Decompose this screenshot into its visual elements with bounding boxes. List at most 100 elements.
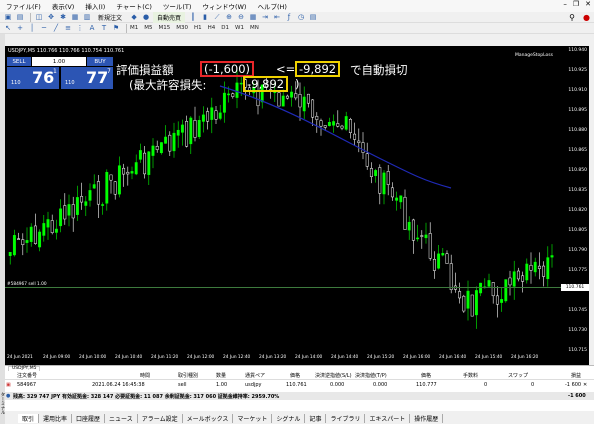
fibonacci-icon[interactable]: ⋮ [75, 24, 85, 33]
col-order[interactable]: 注文番号 [17, 372, 37, 379]
expert-icon[interactable]: ● [141, 13, 151, 22]
candle-body [17, 238, 21, 240]
timeframe-m15[interactable]: M15 [159, 25, 171, 31]
price-tick-label: 110.940 [568, 48, 587, 53]
buy-price-big: 77 [86, 68, 109, 87]
buy-button[interactable]: BUY [87, 57, 113, 66]
terminal-tab-5[interactable]: メールボックス [183, 413, 234, 423]
timeframe-m5[interactable]: M5 [144, 25, 152, 31]
channel-icon[interactable]: ≡ [63, 24, 73, 33]
candle-body [180, 124, 184, 133]
restore-icon[interactable]: ❐ [573, 0, 579, 8]
timeframe-h4[interactable]: H4 [208, 25, 216, 31]
position-row[interactable]: ▣ 584967 2021.06.24 16:45:38 sell 1.00 u… [5, 381, 594, 390]
col-volume[interactable]: 数量 [216, 372, 226, 379]
terminal-tab-3[interactable]: ニュース [105, 413, 138, 423]
timeframe-mn[interactable]: MN [250, 25, 259, 31]
profiles-icon[interactable]: ▤ [15, 13, 25, 22]
periods-icon[interactable]: ◷ [296, 13, 306, 22]
zoom-out-icon[interactable]: ⊖ [236, 13, 246, 22]
crosshair-icon[interactable]: + [15, 24, 25, 33]
order-line[interactable] [5, 287, 561, 288]
terminal-header-row: 注文番号 時間 取引種別 数量 通貨ペア 価格 決済逆指値(S/L) 決済指値(… [5, 371, 594, 380]
col-swap[interactable]: スワップ [508, 372, 528, 379]
terminal-tab-6[interactable]: マーケット [233, 413, 273, 423]
col-time[interactable]: 時間 [140, 372, 150, 379]
tester-icon[interactable]: ▥ [82, 13, 92, 22]
terminal-tab-7[interactable]: シグナル [272, 413, 306, 423]
indicators-icon[interactable]: ƒ [284, 13, 294, 22]
chart-window[interactable]: USDJPY,M5 110.766 110.766 110.754 110.76… [5, 46, 589, 365]
col-profit[interactable]: 損益 [571, 372, 581, 379]
timeframe-w1[interactable]: W1 [235, 25, 244, 31]
vertical-line-icon[interactable]: │ [27, 24, 37, 33]
horizontal-line-icon[interactable]: ─ [39, 24, 49, 33]
col-symbol[interactable]: 通貨ペア [245, 372, 265, 379]
col-tp[interactable]: 決済指値(T/P) [355, 372, 387, 379]
arrows-icon[interactable]: ⚑ [111, 24, 121, 33]
position-tp: 0.000 [373, 382, 388, 388]
candle-body [21, 239, 25, 245]
market-watch-icon[interactable]: ◫ [34, 13, 44, 22]
timeframe-h1[interactable]: H1 [194, 25, 202, 31]
label-icon[interactable]: T [99, 24, 109, 33]
autoscroll-icon[interactable]: ⇥ [260, 13, 270, 22]
candlestick-icon[interactable]: ▮ [200, 13, 210, 22]
menu-chart[interactable]: チャート(C) [116, 1, 152, 11]
timeframe-d1[interactable]: D1 [221, 25, 229, 31]
tile-windows-icon[interactable]: ▦ [248, 13, 258, 22]
navigator-icon[interactable]: ✱ [58, 13, 68, 22]
candle-body [323, 125, 327, 128]
col-type[interactable]: 取引種別 [178, 372, 198, 379]
auto-trading-button[interactable]: 自動売買 [153, 11, 186, 23]
menu-window[interactable]: ウィンドウ(W) [202, 1, 246, 11]
terminal-tab-11[interactable]: 操作履歴 [410, 413, 444, 423]
templates-icon[interactable]: ▤ [308, 13, 318, 22]
col-price[interactable]: 価格 [421, 372, 431, 379]
metaeditor-icon[interactable]: ◆ [129, 13, 139, 22]
candle-body [54, 228, 58, 233]
terminal-tab-4[interactable]: アラーム設定 [138, 413, 183, 423]
terminal-tab-9[interactable]: ライブラリ [326, 413, 366, 423]
text-icon[interactable]: A [87, 24, 97, 33]
candle-body [294, 93, 298, 99]
chart-shift-icon[interactable]: ⇤ [272, 13, 282, 22]
timeframe-m30[interactable]: M30 [176, 25, 188, 31]
menu-view[interactable]: 表示(V) [52, 1, 75, 11]
data-window-icon[interactable]: ✥ [46, 13, 56, 22]
terminal-tab-10[interactable]: エキスパート [365, 413, 411, 423]
search-icon[interactable]: ⚲ [569, 13, 575, 22]
position-swap: 0 [531, 382, 535, 388]
notification-icon[interactable]: ● [583, 13, 590, 22]
col-open-price[interactable]: 価格 [290, 372, 300, 379]
terminal-tab-0[interactable]: 取引 [18, 413, 40, 423]
col-sl[interactable]: 決済逆指値(S/L) [315, 372, 352, 379]
candle-body [143, 152, 147, 175]
menu-file[interactable]: ファイル(F) [6, 1, 41, 11]
new-order-button[interactable]: 新規注文 [94, 12, 126, 23]
candle-body [75, 197, 79, 215]
close-icon[interactable]: ✕ [585, 0, 591, 8]
trendline-icon[interactable]: ╱ [51, 24, 61, 33]
zoom-in-icon[interactable]: ⊕ [224, 13, 234, 22]
menu-tools[interactable]: ツール(T) [163, 1, 192, 11]
line-chart-icon[interactable]: ⟋ [212, 13, 222, 22]
menu-help[interactable]: ヘルプ(H) [257, 1, 286, 11]
bar-chart-icon[interactable]: ┃ [188, 13, 198, 22]
col-commission[interactable]: 手数料 [463, 372, 478, 379]
terminal-tab-1[interactable]: 運用比率 [39, 413, 73, 423]
terminal-tab-8[interactable]: 記事 [305, 413, 327, 423]
cursor-icon[interactable]: ↖ [3, 24, 13, 33]
sell-price-button[interactable]: 110 76 1 [7, 67, 59, 89]
minimize-icon[interactable]: – [563, 0, 567, 8]
timeframe-m1[interactable]: M1 [130, 25, 138, 31]
terminal-icon[interactable]: ▦ [70, 13, 80, 22]
menu-insert[interactable]: 挿入(I) [85, 1, 105, 11]
candle-body [466, 290, 470, 309]
new-chart-icon[interactable]: ▣ [3, 13, 13, 22]
terminal-tab-2[interactable]: 口座履歴 [72, 413, 106, 423]
buy-price-button[interactable]: 110 77 7 [61, 67, 113, 89]
sell-button[interactable]: SELL [7, 57, 31, 66]
close-position-icon[interactable]: ✕ [583, 382, 587, 388]
lot-size-input[interactable]: 1.00 [32, 57, 86, 66]
